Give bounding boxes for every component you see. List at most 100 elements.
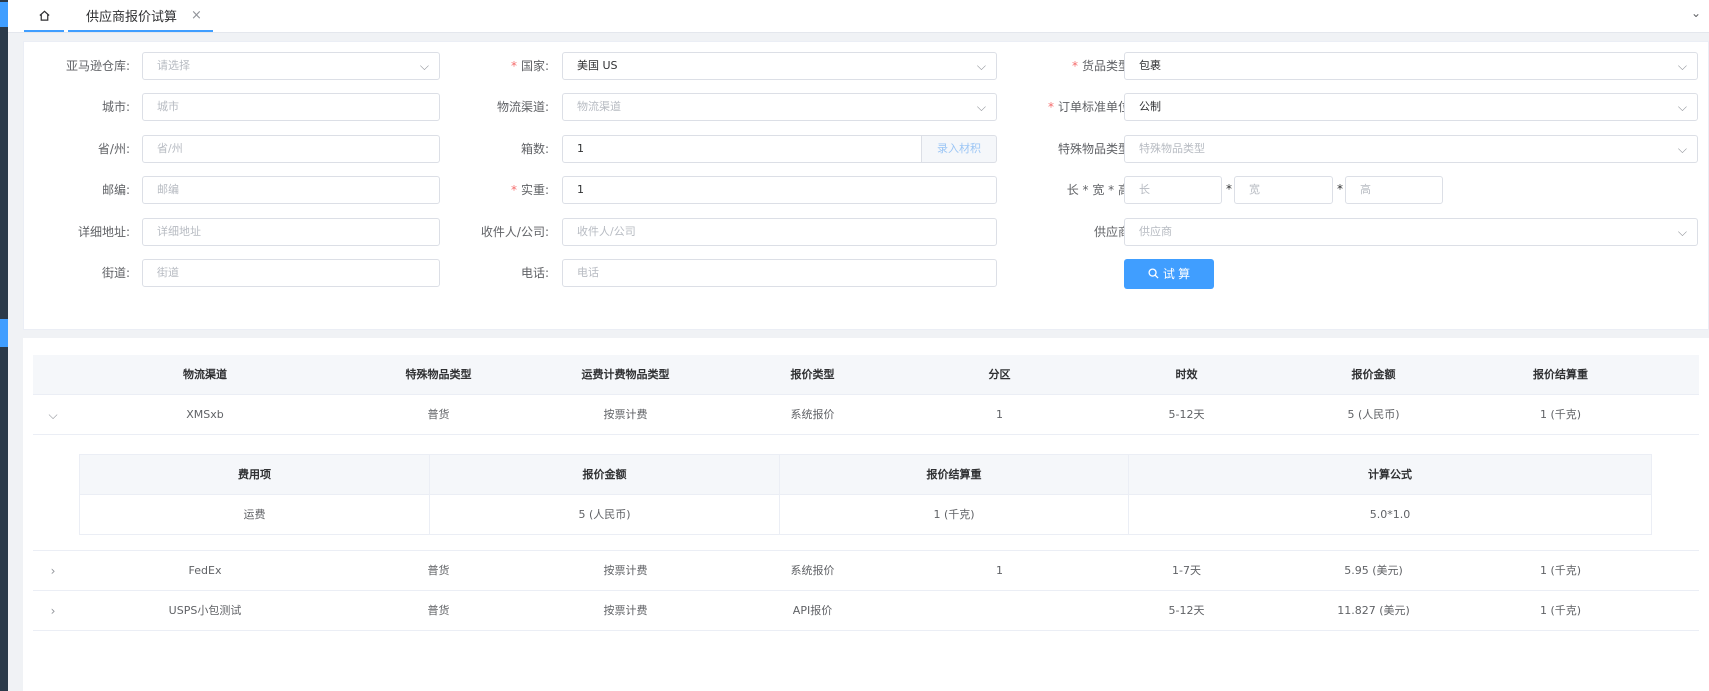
dimension-separator: * [1226, 182, 1232, 196]
zipcode-label: 邮编: [101, 183, 130, 197]
cell-billing: 按票计费 [603, 604, 648, 617]
table-row[interactable]: › USPS小包测试 普货 按票计费 API报价 5-12天 11.827 (美… [33, 591, 1699, 631]
phone-input[interactable]: 电话 [562, 259, 997, 287]
cell-billing: 按票计费 [603, 408, 648, 421]
cell-time: 5-12天 [1168, 604, 1205, 617]
order-unit-select[interactable]: 公制 ⌵ [1124, 93, 1698, 121]
cell-weight: 1 (千克) [1539, 564, 1582, 577]
width-input[interactable]: 宽 [1234, 176, 1333, 204]
column-header: 报价金额 [1351, 368, 1396, 381]
chevron-down-icon: ⌵ [419, 59, 429, 73]
cell-weight: 1 (千克) [1539, 604, 1582, 617]
chevron-down-icon: ⌵ [1677, 225, 1687, 239]
province-label: 省/州: [97, 142, 130, 156]
fee-detail-table: 费用项 报价金额 报价结算重 计算公式 运费 5 (人民币) 1 (千克) 5.… [79, 454, 1652, 535]
goods-type-label: * 货品类型: [1071, 59, 1134, 73]
cell-amount: 5 (人民币) [1347, 408, 1400, 421]
warehouse-label: 亚马逊仓库: [65, 59, 130, 73]
channel-select[interactable]: 物流渠道 ⌵ [562, 93, 997, 121]
channel-label: 物流渠道: [496, 100, 549, 114]
column-header: 报价金额 [430, 455, 780, 495]
chevron-down-icon: ⌵ [976, 59, 986, 73]
column-header: 分区 [988, 368, 1011, 381]
cell-quote-type: 系统报价 [790, 564, 835, 577]
search-icon [1148, 268, 1159, 279]
country-select[interactable]: 美国 US ⌵ [562, 52, 997, 80]
column-header: 运费计费物品类型 [581, 368, 670, 381]
weight-input[interactable]: 1 [562, 176, 997, 204]
cell-zone: 1 [996, 408, 1003, 421]
results-panel: 物流渠道 特殊物品类型 运费计费物品类型 报价类型 分区 时效 报价金额 报价结… [23, 338, 1709, 691]
supplier-select[interactable]: 供应商 ⌵ [1124, 218, 1698, 246]
enter-volume-button[interactable]: 录入材积 [922, 135, 997, 163]
cell-special: 普货 [427, 604, 450, 617]
chevron-down-icon[interactable]: ⌄ [1691, 6, 1701, 20]
city-label: 城市: [101, 100, 130, 114]
cell-weight: 1 (千克) [1539, 408, 1582, 421]
cell-quote-type: API报价 [792, 604, 833, 617]
calculate-button[interactable]: 试 算 [1124, 259, 1214, 289]
tab-label: 供应商报价试算 [86, 9, 178, 25]
street-input[interactable]: 街道 [142, 259, 440, 287]
cell-fee-amount: 5 (人民币) [430, 495, 780, 535]
tab-home[interactable] [24, 0, 64, 32]
table-row[interactable]: ⌵ XMSxb 普货 按票计费 系统报价 1 5-12天 5 (人民币) 1 (… [33, 395, 1699, 435]
chevron-right-icon[interactable]: › [38, 591, 68, 631]
fee-table-header: 费用项 报价金额 报价结算重 计算公式 [80, 455, 1651, 495]
column-header: 费用项 [80, 455, 430, 495]
boxes-label: 箱数: [520, 142, 549, 156]
home-icon [38, 10, 50, 21]
province-input[interactable]: 省/州 [142, 135, 440, 163]
table-header: 物流渠道 特殊物品类型 运费计费物品类型 报价类型 分区 时效 报价金额 报价结… [33, 355, 1699, 395]
cell-quote-type: 系统报价 [790, 408, 835, 421]
cell-amount: 11.827 (美元) [1337, 604, 1410, 617]
zipcode-input[interactable]: 邮编 [142, 176, 440, 204]
chevron-right-icon[interactable]: › [38, 551, 68, 591]
table-row[interactable]: › FedEx 普货 按票计费 系统报价 1 1-7天 5.95 (美元) 1 … [33, 551, 1699, 591]
cell-zone: 1 [996, 564, 1003, 577]
column-header: 计算公式 [1368, 468, 1412, 481]
receiver-label: 收件人/公司: [480, 225, 549, 239]
column-header: 特殊物品类型 [405, 368, 472, 381]
length-input[interactable]: 长 [1124, 176, 1222, 204]
sidebar-active-mark [0, 2, 8, 27]
cell-fee-item: 运费 [80, 495, 430, 535]
tab-bar: 供应商报价试算 × ⌄ [8, 0, 1709, 33]
weight-label: * 实重: [510, 183, 549, 197]
cell-time: 5-12天 [1168, 408, 1205, 421]
height-input[interactable]: 高 [1345, 176, 1443, 204]
column-header: 物流渠道 [183, 368, 227, 381]
boxes-input[interactable]: 1 [562, 135, 922, 163]
order-unit-label: * 订单标准单位: [1047, 100, 1134, 114]
sidebar-strip [0, 0, 8, 691]
cell-zone [906, 591, 1093, 631]
tab-supplier-quote[interactable]: 供应商报价试算 × [68, 0, 213, 32]
cell-channel: FedEx [188, 564, 222, 577]
cell-special: 普货 [427, 408, 450, 421]
cell-special: 普货 [427, 564, 450, 577]
column-header: 时效 [1175, 368, 1198, 381]
special-type-label: 特殊物品类型: [1057, 142, 1134, 156]
address-input[interactable]: 详细地址 [142, 218, 440, 246]
cell-time: 1-7天 [1172, 564, 1201, 577]
special-type-select[interactable]: 特殊物品类型 ⌵ [1124, 135, 1698, 163]
dimension-separator: * [1337, 182, 1343, 196]
receiver-input[interactable]: 收件人/公司 [562, 218, 997, 246]
column-header: 报价结算重 [780, 455, 1129, 495]
city-input[interactable]: 城市 [142, 93, 440, 121]
cell-fee-weight: 1 (千克) [780, 495, 1129, 535]
cell-channel: USPS小包测试 [168, 604, 242, 617]
column-header: 报价类型 [790, 368, 835, 381]
chevron-down-icon[interactable]: ⌵ [38, 395, 68, 435]
phone-label: 电话: [520, 266, 549, 280]
street-label: 街道: [101, 266, 130, 280]
warehouse-select[interactable]: 请选择 ⌵ [142, 52, 440, 80]
address-label: 详细地址: [77, 225, 130, 239]
chevron-down-icon: ⌵ [1677, 59, 1687, 73]
fee-table-row: 运费 5 (人民币) 1 (千克) 5.0*1.0 [80, 495, 1651, 535]
dimensions-label: 长 * 宽 * 高: [1066, 183, 1134, 197]
chevron-down-icon: ⌵ [1677, 142, 1687, 156]
close-icon[interactable]: × [191, 8, 202, 23]
cell-amount: 5.95 (美元) [1344, 564, 1403, 577]
goods-type-select[interactable]: 包裹 ⌵ [1124, 52, 1698, 80]
